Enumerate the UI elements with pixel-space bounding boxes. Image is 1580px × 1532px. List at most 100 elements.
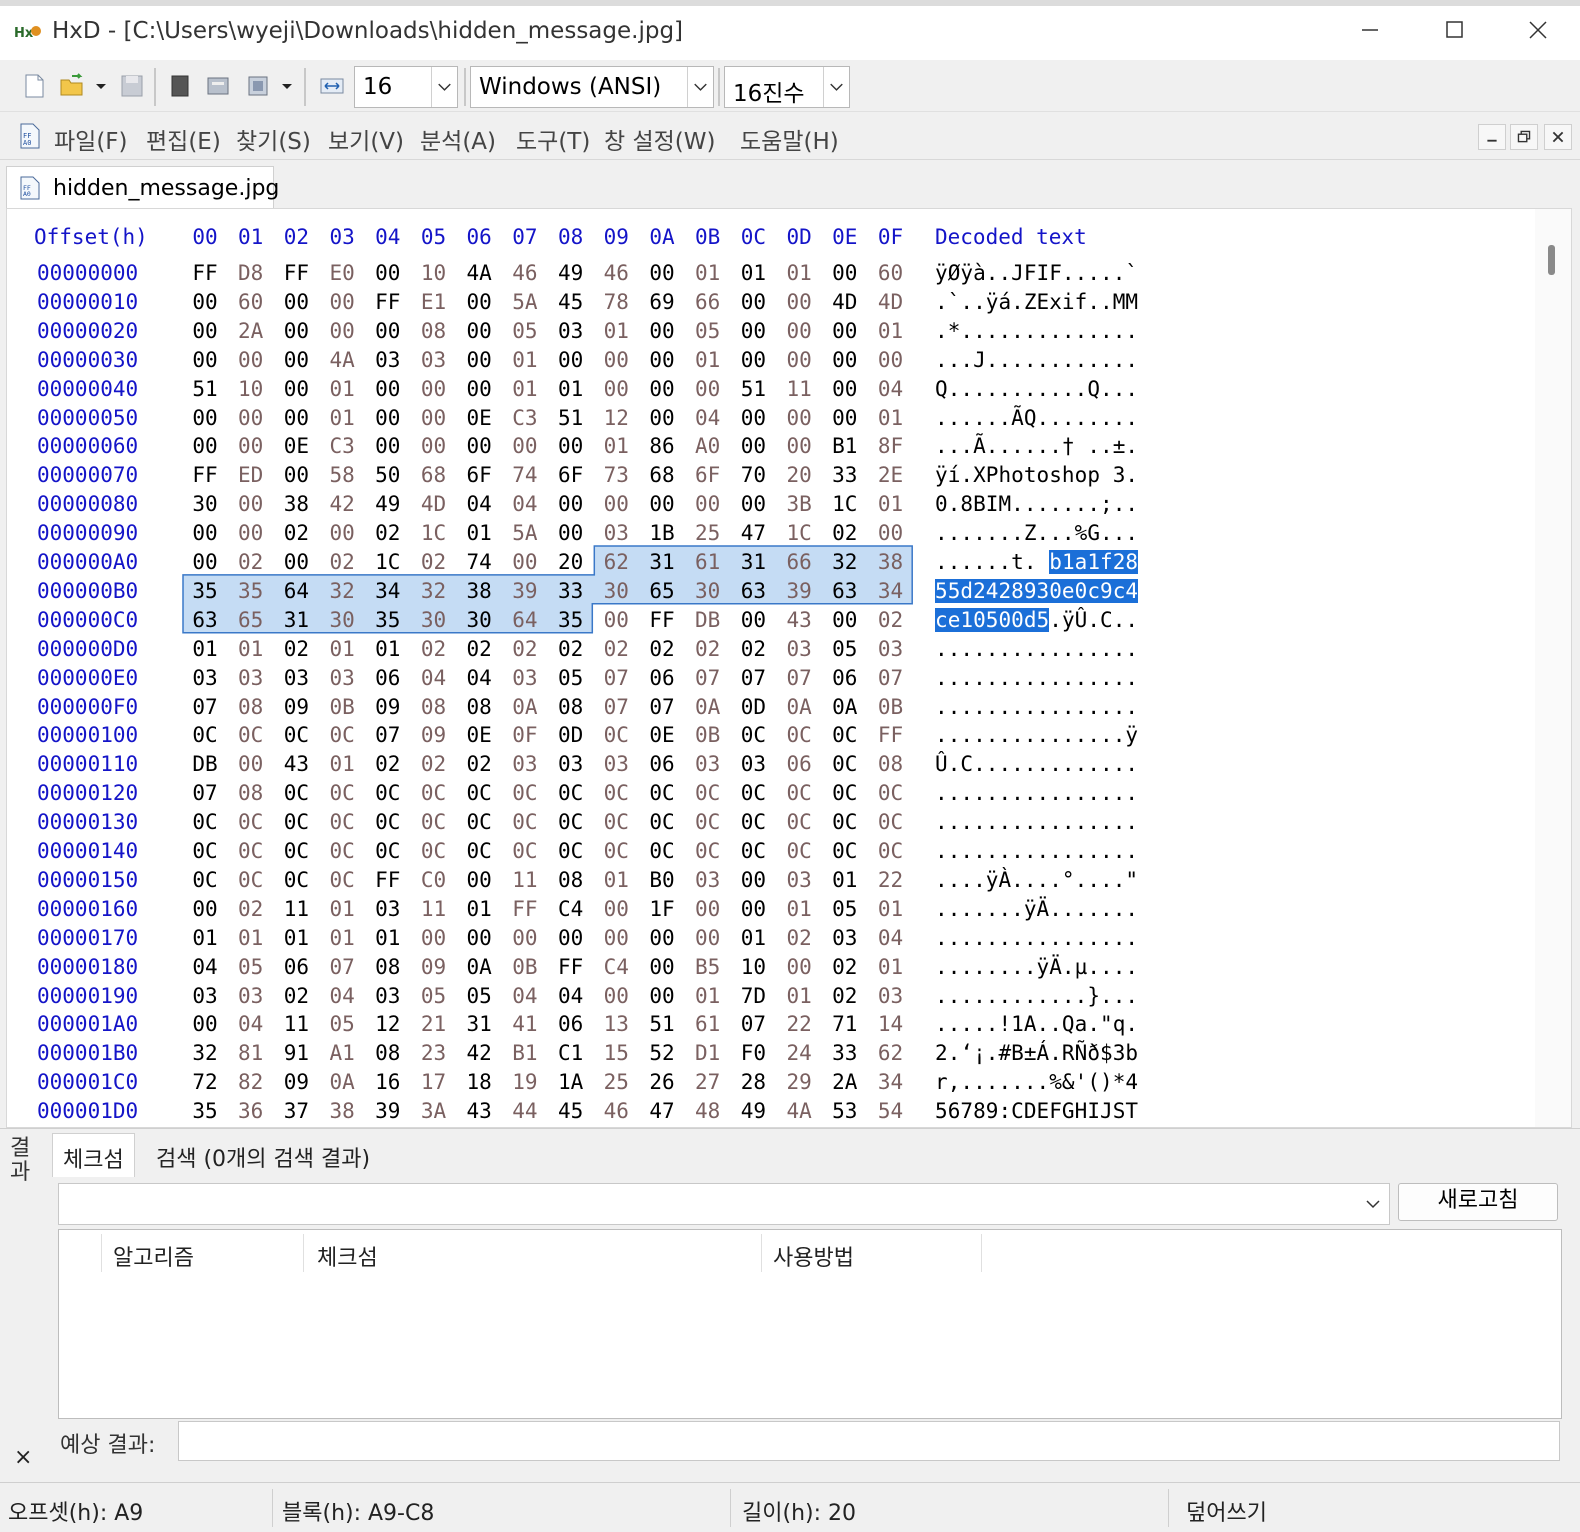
hex-byte[interactable]: 01	[596, 868, 636, 892]
hex-row[interactable]: 00000130 0C 0C 0C 0C 0C 0C 0C 0C 0C 0C 0C 0C 0C 0C 0C 0C…	[7, 810, 1207, 839]
hex-row[interactable]: 00000150 0C 0C 0C 0C FF C0 00 11 08 01 B0 03 00 03 01 22…	[7, 868, 1207, 897]
hex-byte[interactable]: 39	[505, 579, 545, 603]
hex-byte[interactable]: 00	[825, 319, 865, 343]
hex-row[interactable]: 000000B0 35 35 64 32 34 32 38 39 33 30 65 30 63 39 63 34…	[7, 578, 1207, 608]
hex-row[interactable]: 00000160 00 02 11 01 03 11 01 FF C4 00 1F 00 00 01 05 01…	[7, 897, 1207, 926]
hex-byte[interactable]: 00	[596, 926, 636, 950]
hex-byte[interactable]: 02	[825, 955, 865, 979]
hex-byte[interactable]: 05	[505, 319, 545, 343]
hex-byte[interactable]: 00	[368, 406, 408, 430]
hex-byte[interactable]: 00	[551, 521, 591, 545]
hex-byte[interactable]: 0C	[231, 723, 271, 747]
hex-byte[interactable]: 4A	[459, 261, 499, 285]
hex-row[interactable]: 000000E0 03 03 03 03 06 04 04 03 05 07 06 07 07 07 06 07…	[7, 666, 1207, 695]
hex-byte[interactable]: 07	[871, 666, 911, 690]
decoded-text-selection[interactable]: ce10500d5	[935, 607, 1050, 632]
hex-byte[interactable]: 00	[825, 348, 865, 372]
hex-byte[interactable]: 06	[276, 955, 316, 979]
tab-hidden-message[interactable]: FF A0 hidden_message.jpg	[6, 166, 279, 209]
offset-base-select[interactable]: 16진수	[724, 66, 850, 108]
hex-byte[interactable]: 08	[871, 752, 911, 776]
decoded-text[interactable]: ................	[935, 839, 1138, 863]
hex-byte[interactable]: 11	[414, 897, 454, 921]
hex-byte[interactable]: 03	[871, 984, 911, 1008]
hex-byte[interactable]: 09	[414, 955, 454, 979]
hex-byte[interactable]: B1	[505, 1041, 545, 1065]
hex-byte[interactable]: 00	[642, 261, 682, 285]
hex-byte[interactable]: C4	[596, 955, 636, 979]
hex-byte[interactable]: 04	[459, 492, 499, 516]
hex-byte[interactable]: 01	[322, 752, 362, 776]
hex-byte[interactable]: 0A	[459, 955, 499, 979]
hex-byte[interactable]: 02	[551, 637, 591, 661]
decoded-text[interactable]: .*..............	[935, 319, 1138, 343]
hex-row[interactable]: 00000110 DB 00 43 01 02 02 02 03 03 03 06 03 03 06 0C 08…	[7, 752, 1207, 781]
hex-byte[interactable]: 00	[414, 377, 454, 401]
hex-byte[interactable]: 60	[231, 290, 271, 314]
menu-window[interactable]: 창 설정(W)	[604, 122, 715, 156]
hex-byte[interactable]: 0C	[185, 868, 225, 892]
hex-byte[interactable]: 10	[414, 261, 454, 285]
hex-byte[interactable]: 0C	[688, 781, 728, 805]
hex-byte[interactable]: 1C	[414, 521, 454, 545]
hex-byte[interactable]: 09	[276, 1070, 316, 1094]
hex-byte[interactable]: 2A	[825, 1070, 865, 1094]
chevron-down-icon[interactable]	[687, 67, 713, 107]
hex-byte[interactable]: 02	[825, 984, 865, 1008]
hex-byte[interactable]: 00	[231, 492, 271, 516]
hex-byte[interactable]: 04	[231, 1012, 271, 1036]
column-header-algorithm[interactable]: 알고리즘	[113, 1240, 194, 1272]
hex-byte[interactable]: 0C	[414, 810, 454, 834]
hex-byte[interactable]: 0C	[505, 810, 545, 834]
column-header-usage[interactable]: 사용방법	[773, 1240, 854, 1272]
hex-byte[interactable]: 00	[459, 319, 499, 343]
close-file-icon[interactable]	[166, 72, 194, 100]
hex-byte[interactable]: 08	[459, 695, 499, 719]
hex-byte[interactable]: 4A	[779, 1099, 819, 1123]
hex-byte[interactable]: 01	[322, 637, 362, 661]
hex-row[interactable]: 000001B0 32 81 91 A1 08 23 42 B1 C1 15 52 D1 F0 24 33 62…	[7, 1041, 1207, 1070]
hex-byte[interactable]: 71	[825, 1012, 865, 1036]
hex-byte[interactable]: 0C	[733, 723, 773, 747]
hex-byte[interactable]: 01	[825, 868, 865, 892]
hex-byte[interactable]: 01	[551, 377, 591, 401]
hex-byte[interactable]: 00	[231, 348, 271, 372]
hex-byte[interactable]: 03	[551, 319, 591, 343]
hex-byte[interactable]: E1	[414, 290, 454, 314]
hex-byte[interactable]: 33	[825, 1041, 865, 1065]
hex-byte[interactable]: 31	[733, 550, 773, 574]
hex-byte[interactable]: 25	[688, 521, 728, 545]
hex-byte[interactable]: 00	[779, 434, 819, 458]
hex-byte[interactable]: 6F	[551, 463, 591, 487]
hex-byte[interactable]: 00	[276, 463, 316, 487]
hex-byte[interactable]: 73	[596, 463, 636, 487]
hex-byte[interactable]: 65	[642, 579, 682, 603]
hex-byte[interactable]: 0C	[596, 781, 636, 805]
hex-byte[interactable]: 07	[368, 723, 408, 747]
hex-byte[interactable]: FF	[871, 723, 911, 747]
hex-byte[interactable]: 00	[642, 955, 682, 979]
decoded-text[interactable]: ce10500d5.ÿÛ.C..	[935, 607, 1138, 632]
hex-byte[interactable]: 60	[871, 261, 911, 285]
document-icon[interactable]: FFA0	[18, 122, 42, 150]
hex-byte[interactable]: 05	[459, 984, 499, 1008]
hex-byte[interactable]: 86	[642, 434, 682, 458]
hex-byte[interactable]: A1	[322, 1041, 362, 1065]
checksum-table[interactable]: 알고리즘 체크섬 사용방법	[58, 1229, 1562, 1419]
hex-row[interactable]: 00000170 01 01 01 01 01 00 00 00 00 00 00 00 01 02 03 04…	[7, 926, 1207, 955]
hex-byte[interactable]: 00	[642, 984, 682, 1008]
hex-byte[interactable]: 04	[688, 406, 728, 430]
hex-byte[interactable]: 26	[642, 1070, 682, 1094]
menu-view[interactable]: 보기(V)	[328, 122, 404, 156]
hex-byte[interactable]: 0C	[551, 839, 591, 863]
hex-byte[interactable]: 00	[779, 406, 819, 430]
hex-byte[interactable]: 01	[871, 319, 911, 343]
hex-byte[interactable]: 63	[733, 579, 773, 603]
scrollbar-thumb[interactable]	[1548, 245, 1555, 275]
hex-byte[interactable]: 0C	[825, 810, 865, 834]
hex-byte[interactable]: 01	[779, 261, 819, 285]
chevron-down-icon[interactable]	[431, 67, 457, 107]
decoded-text[interactable]: ...J............	[935, 348, 1138, 372]
hex-byte[interactable]: 04	[459, 666, 499, 690]
hex-byte[interactable]: 03	[733, 752, 773, 776]
